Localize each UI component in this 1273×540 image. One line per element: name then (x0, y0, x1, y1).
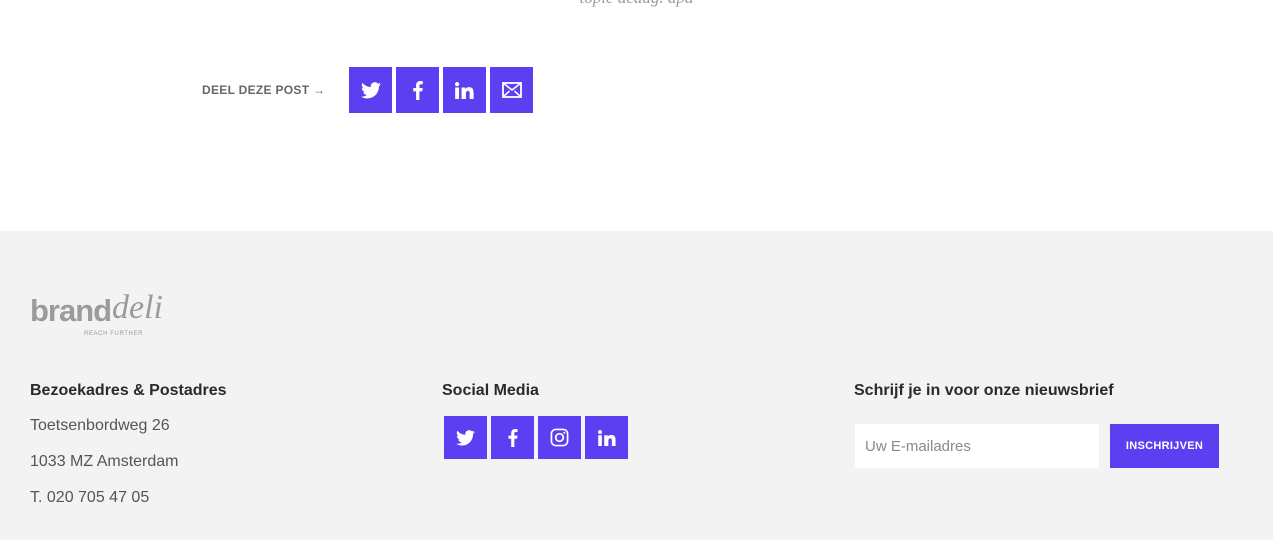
facebook-icon (508, 428, 517, 447)
share-linkedin-button[interactable] (443, 67, 487, 113)
share-label: DEEL DEZE POST → (202, 83, 326, 97)
share-buttons (349, 67, 534, 113)
twitter-icon (456, 429, 475, 446)
page: topic dedag. dpa DEEL DEZE POST → brand … (0, 0, 1273, 540)
share-facebook-button[interactable] (396, 67, 440, 113)
post-caption: topic dedag. dpa (0, 0, 1273, 8)
address-title: Bezoekadres & Postadres (30, 382, 227, 399)
social-twitter-button[interactable] (444, 416, 487, 459)
newsletter-form: INSCHRIJVEN (855, 424, 1219, 468)
brand-logo[interactable]: brand deli REACH FURTHER (30, 289, 210, 343)
twitter-icon (360, 81, 381, 98)
instagram-icon (550, 428, 569, 447)
social-buttons (444, 416, 628, 459)
logo-script-text: deli (112, 289, 163, 326)
share-mail-button[interactable] (490, 67, 534, 113)
email-input[interactable] (855, 424, 1099, 468)
logo-brand-text: brand (30, 293, 112, 328)
address-city: 1033 MZ Amsterdam (30, 453, 179, 470)
facebook-icon (413, 80, 423, 100)
address-phone: T. 020 705 47 05 (30, 489, 150, 506)
logo-tagline: REACH FURTHER (84, 331, 144, 337)
linkedin-icon (455, 81, 474, 99)
footer: brand deli REACH FURTHER Bezoekadres & P… (0, 231, 1273, 540)
mail-icon (501, 82, 522, 98)
social-instagram-button[interactable] (538, 416, 581, 459)
newsletter-title: Schrijf je in voor onze nieuwsbrief (854, 382, 1114, 399)
subscribe-button[interactable]: INSCHRIJVEN (1110, 424, 1219, 468)
social-linkedin-button[interactable] (585, 416, 628, 459)
linkedin-icon (597, 429, 616, 446)
social-facebook-button[interactable] (491, 416, 534, 459)
social-title: Social Media (442, 382, 539, 399)
address-street: Toetsenbordweg 26 (30, 417, 170, 434)
share-twitter-button[interactable] (349, 67, 393, 113)
share-row: DEEL DEZE POST → (202, 67, 534, 113)
